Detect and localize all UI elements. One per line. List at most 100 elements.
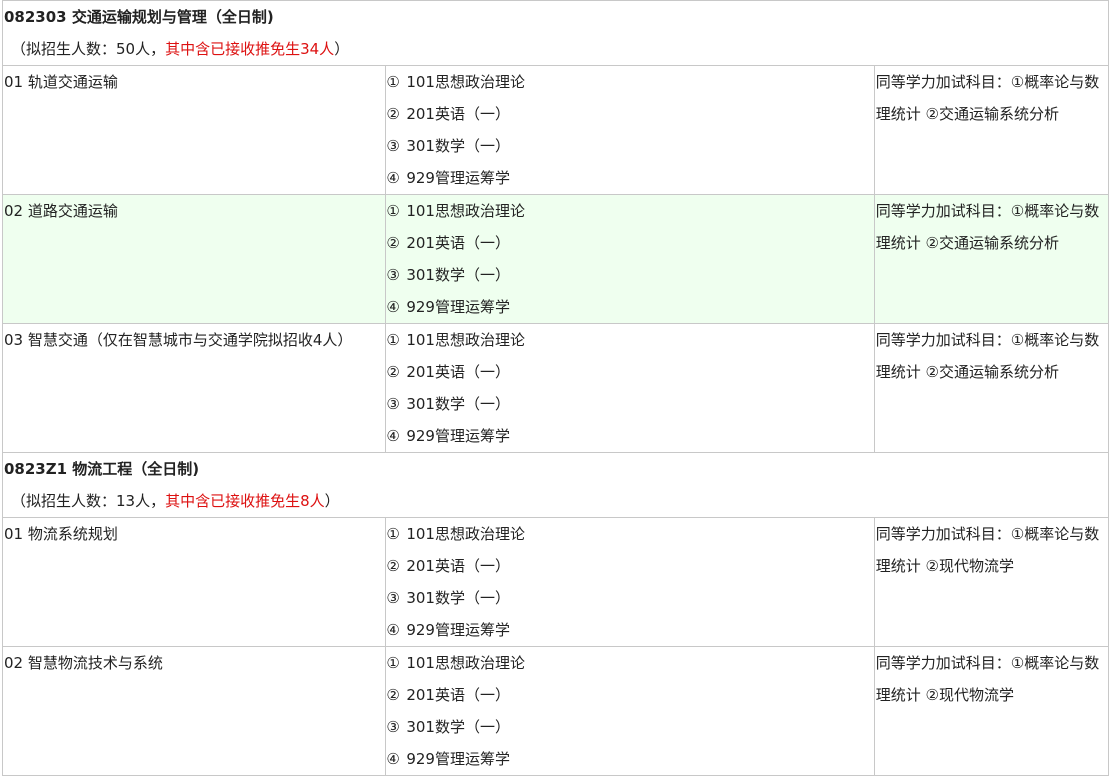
subject-text: 301数学（一）: [406, 137, 510, 155]
subject-number: ④: [386, 427, 400, 445]
subject-number: ③: [386, 718, 400, 736]
subject-number: ①: [386, 202, 400, 220]
direction-cell: 03 智慧交通（仅在智慧城市与交通学院拟招收4人）: [1, 323, 387, 453]
subject-text: 301数学（一）: [406, 718, 510, 736]
subject-text: 201英语（一）: [406, 105, 510, 123]
exam-subject: ② 201英语（一）: [386, 356, 873, 388]
direction-name: 02 道路交通运输: [4, 202, 118, 220]
exam-subject: ① 101思想政治理论: [386, 519, 873, 551]
subject-text: 301数学（一）: [406, 395, 510, 413]
extra-subjects-text: 同等学力加试科目：①概率论与数理统计 ②交通运输系统分析: [875, 73, 1100, 123]
program-header-cell: 0823Z1 物流工程（全日制) （拟招生人数：13人，其中含已接收推免生8人）: [2, 452, 1109, 518]
subject-text: 101思想政治理论: [406, 331, 525, 349]
subject-text: 201英语（一）: [406, 686, 510, 704]
quota-exempt-note: 其中含已接收推免生34人: [165, 40, 335, 58]
extra-subjects-text: 同等学力加试科目：①概率论与数理统计 ②交通运输系统分析: [875, 202, 1100, 252]
extra-subjects-cell: 同等学力加试科目：①概率论与数理统计 ②交通运输系统分析: [873, 194, 1110, 324]
exam-subject: ④ 929管理运筹学: [386, 420, 873, 452]
direction-name: 03 智慧交通（仅在智慧城市与交通学院拟招收4人）: [4, 331, 353, 349]
exam-subject: ② 201英语（一）: [386, 550, 873, 582]
direction-row: 02 智慧物流技术与系统 ① 101思想政治理论 ② 201英语（一） ③ 301数学（一）…: [1, 646, 1110, 776]
exam-subject: ② 201英语（一）: [386, 98, 873, 130]
exam-subject: ③ 301数学（一）: [386, 130, 873, 162]
direction-cell: 02 道路交通运输: [1, 194, 387, 324]
subject-text: 929管理运筹学: [406, 427, 510, 445]
extra-subjects-text: 同等学力加试科目：①概率论与数理统计 ②现代物流学: [875, 654, 1100, 704]
exam-subject: ③ 301数学（一）: [386, 711, 873, 743]
direction-row: 02 道路交通运输 ① 101思想政治理论 ② 201英语（一） ③ 301数学（一） ④ 92…: [1, 194, 1110, 324]
program-header-row: 0823Z1 物流工程（全日制) （拟招生人数：13人，其中含已接收推免生8人）: [2, 452, 1109, 518]
exam-subject: ② 201英语（一）: [386, 679, 873, 711]
subject-text: 929管理运筹学: [406, 298, 510, 316]
program-title: 0823Z1 物流工程（全日制): [4, 460, 200, 478]
exam-subject: ① 101思想政治理论: [386, 196, 873, 228]
subject-number: ③: [386, 395, 400, 413]
subject-text: 201英语（一）: [406, 557, 510, 575]
program-header-cell: 082303 交通运输规划与管理（全日制) （拟招生人数：50人，其中含已接收推免…: [2, 0, 1109, 66]
extra-subjects-text: 同等学力加试科目：①概率论与数理统计 ②现代物流学: [875, 525, 1100, 575]
exam-subject: ③ 301数学（一）: [386, 259, 873, 291]
extra-subjects-cell: 同等学力加试科目：①概率论与数理统计 ②交通运输系统分析: [873, 65, 1110, 195]
subject-text: 101思想政治理论: [406, 202, 525, 220]
subject-text: 929管理运筹学: [406, 750, 510, 768]
quota-prefix: （拟招生人数：13人，: [11, 492, 166, 510]
extra-subjects-text: 同等学力加试科目：①概率论与数理统计 ②交通运输系统分析: [875, 331, 1100, 381]
direction-row: 01 物流系统规划 ① 101思想政治理论 ② 201英语（一） ③ 301数学（一） ④ 92…: [1, 517, 1110, 647]
subject-number: ①: [386, 654, 400, 672]
exam-subjects-cell: ① 101思想政治理论 ② 201英语（一） ③ 301数学（一） ④ 929管理运筹学: [385, 194, 875, 324]
exam-subjects-cell: ① 101思想政治理论 ② 201英语（一） ③ 301数学（一） ④ 929管理运筹学: [385, 65, 875, 195]
subject-number: ②: [386, 557, 400, 575]
subject-number: ④: [386, 298, 400, 316]
exam-subject: ① 101思想政治理论: [386, 648, 873, 680]
program-title: 082303 交通运输规划与管理（全日制): [4, 8, 274, 26]
subject-number: ①: [386, 525, 400, 543]
exam-subject: ① 101思想政治理论: [386, 67, 873, 99]
quota-prefix: （拟招生人数：50人，: [11, 40, 166, 58]
program-header-row: 082303 交通运输规划与管理（全日制) （拟招生人数：50人，其中含已接收推免…: [2, 0, 1109, 66]
exam-subject: ③ 301数学（一）: [387, 582, 873, 614]
quota-suffix: ）: [334, 40, 350, 58]
exam-subjects-cell: ① 101思想政治理论 ② 201英语（一） ③ 301数学（一） ④ 929管理运筹学: [385, 646, 875, 776]
direction-cell: 01 物流系统规划: [1, 517, 387, 647]
program-quota: （拟招生人数：13人，其中含已接收推免生8人）: [4, 485, 1108, 517]
subject-text: 201英语（一）: [406, 363, 510, 381]
program-quota: （拟招生人数：50人，其中含已接收推免生34人）: [4, 33, 1108, 65]
subject-number: ②: [386, 234, 400, 252]
exam-subjects-cell: ① 101思想政治理论 ② 201英语（一） ③ 301数学（一） ④ 929管理运筹学: [385, 517, 875, 647]
subject-number: ④: [386, 169, 400, 187]
exam-subjects-cell: ① 101思想政治理论 ② 201英语（一） ③ 301数学（一） ④ 929管理运筹学: [385, 323, 875, 453]
subject-text: 929管理运筹学: [406, 169, 510, 187]
exam-subject: ④ 929管理运筹学: [386, 162, 873, 194]
direction-name: 01 物流系统规划: [4, 525, 118, 543]
direction-cell: 02 智慧物流技术与系统: [1, 646, 387, 776]
subject-number: ③: [386, 137, 400, 155]
extra-subjects-cell: 同等学力加试科目：①概率论与数理统计 ②现代物流学: [873, 517, 1110, 647]
subject-text: 929管理运筹学: [406, 621, 510, 639]
subject-number: ①: [386, 73, 400, 91]
exam-subject: ④ 929管理运筹学: [386, 291, 873, 323]
subject-number: ②: [386, 105, 400, 123]
subject-number: ②: [386, 686, 400, 704]
subject-text: 101思想政治理论: [406, 73, 525, 91]
direction-name: 01 轨道交通运输: [4, 73, 118, 91]
subject-number: ③: [386, 266, 400, 284]
direction-row: 03 智慧交通（仅在智慧城市与交通学院拟招收4人） ① 101思想政治理论 ② 201英…: [1, 323, 1110, 453]
direction-name: 02 智慧物流技术与系统: [4, 654, 163, 672]
admissions-table-body: 082303 交通运输规划与管理（全日制) （拟招生人数：50人，其中含已接收推免…: [1, 0, 1110, 776]
extra-subjects-cell: 同等学力加试科目：①概率论与数理统计 ②现代物流学: [873, 646, 1110, 776]
subject-number: ④: [386, 621, 400, 639]
subject-text: 101思想政治理论: [406, 525, 525, 543]
exam-subject: ③ 301数学（一）: [386, 388, 873, 420]
subject-number: ④: [386, 750, 400, 768]
quota-suffix: ）: [324, 492, 340, 510]
exam-subject: ④ 929管理运筹学: [386, 743, 873, 775]
subject-number: ①: [386, 331, 400, 349]
exam-subject: ② 201英语（一）: [386, 227, 873, 259]
exam-subject: ④ 929管理运筹学: [386, 614, 873, 646]
subject-number: ②: [386, 363, 400, 381]
quota-exempt-note: 其中含已接收推免生8人: [165, 492, 325, 510]
subject-text: 201英语（一）: [406, 234, 510, 252]
direction-row: 01 轨道交通运输 ① 101思想政治理论 ② 201英语（一） ③ 301数学（一） ④ 92…: [1, 65, 1110, 195]
direction-cell: 01 轨道交通运输: [1, 65, 387, 195]
exam-subject: ① 101思想政治理论: [386, 325, 873, 357]
